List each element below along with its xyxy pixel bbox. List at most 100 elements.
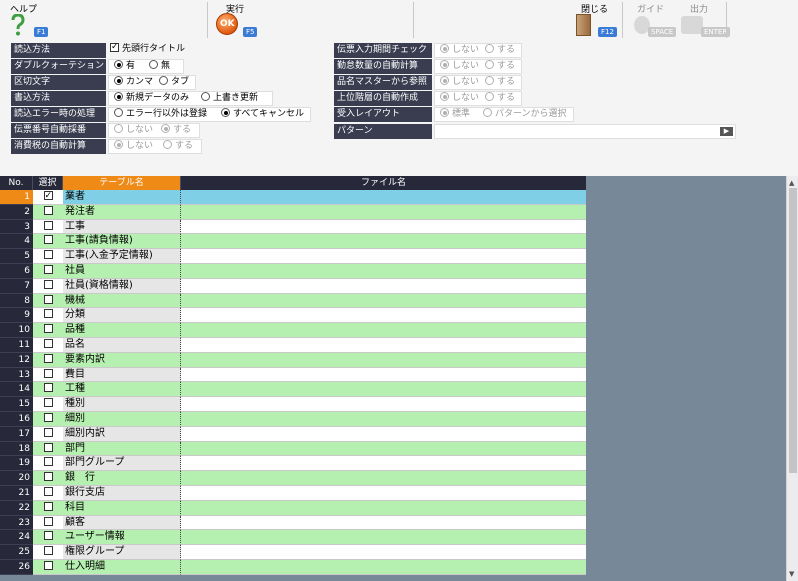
double-quote-yes-radio[interactable]: 有 (114, 60, 135, 73)
receive-layout-standard-radio[interactable]: 標準 (440, 108, 470, 121)
file-name-cell[interactable] (181, 486, 586, 501)
file-name-cell[interactable] (181, 338, 586, 353)
table-row[interactable]: 8 機械 (0, 293, 586, 309)
table-row[interactable]: 7 社員(資格情報) (0, 278, 586, 294)
consumption-tax-no-radio[interactable]: しない (114, 140, 153, 153)
row-select-checkbox[interactable] (43, 265, 53, 274)
row-select-checkbox[interactable] (43, 398, 53, 408)
row-select-cell[interactable] (33, 486, 63, 501)
file-name-cell[interactable] (181, 515, 586, 531)
write-overwrite-radio[interactable]: 上書き更新 (201, 92, 258, 105)
file-name-cell[interactable] (181, 219, 586, 235)
attendance-calc-yes-radio[interactable]: する (485, 60, 515, 73)
row-select-checkbox[interactable] (43, 220, 53, 230)
slip-auto-number-no-radio[interactable]: しない (114, 124, 153, 137)
row-select-checkbox[interactable] (43, 427, 53, 437)
row-select-cell[interactable] (33, 264, 63, 279)
row-select-cell[interactable] (33, 382, 63, 398)
table-row[interactable]: 3 工事 (0, 219, 586, 235)
file-name-cell[interactable] (181, 204, 586, 220)
slip-period-check-yes-radio[interactable]: する (485, 44, 515, 57)
double-quote-no-radio[interactable]: 無 (149, 60, 170, 73)
row-select-checkbox[interactable] (43, 516, 53, 526)
file-name-cell[interactable] (181, 264, 586, 279)
table-row[interactable]: 10 品種 (0, 323, 586, 338)
file-name-cell[interactable] (181, 530, 586, 546)
row-select-cell[interactable] (33, 249, 63, 264)
scroll-up-icon[interactable]: ▲ (789, 179, 794, 187)
row-select-cell[interactable] (33, 323, 63, 338)
table-row[interactable]: 19 部門グループ (0, 456, 586, 472)
attendance-calc-no-radio[interactable]: しない (440, 60, 479, 73)
row-select-cell[interactable] (33, 352, 63, 368)
file-name-cell[interactable] (181, 249, 586, 264)
output-button[interactable]: 出力 ENTER (676, 0, 731, 40)
row-select-cell[interactable] (33, 515, 63, 531)
title-row-checkbox[interactable]: 先頭行タイトル (110, 41, 185, 56)
row-select-cell[interactable] (33, 456, 63, 472)
delimiter-tab-radio[interactable]: タブ (159, 76, 189, 89)
row-select-checkbox[interactable] (43, 353, 53, 363)
row-select-cell[interactable] (33, 308, 63, 324)
guide-button[interactable]: ガイド SPACE (624, 0, 677, 40)
table-row[interactable]: 21 銀行支店 (0, 486, 586, 501)
row-select-checkbox[interactable] (43, 383, 53, 393)
file-name-cell[interactable] (181, 545, 586, 560)
row-select-checkbox[interactable] (43, 472, 53, 482)
row-select-cell[interactable] (33, 234, 63, 250)
table-row[interactable]: 20 銀 行 (0, 471, 586, 486)
table-row[interactable]: 13 費目 (0, 367, 586, 383)
row-select-checkbox[interactable] (43, 413, 53, 422)
row-select-cell[interactable] (33, 530, 63, 546)
scroll-down-icon[interactable]: ▼ (789, 570, 794, 578)
row-select-cell[interactable] (33, 219, 63, 235)
file-name-cell[interactable] (181, 426, 586, 442)
row-select-cell[interactable] (33, 367, 63, 383)
table-row[interactable]: 15 種別 (0, 397, 586, 412)
table-row[interactable]: 14 工種 (0, 382, 586, 398)
table-row[interactable]: 18 部門 (0, 441, 586, 457)
row-select-checkbox[interactable] (43, 279, 53, 289)
vertical-scrollbar[interactable]: ▲ ▼ (786, 176, 798, 581)
row-select-checkbox[interactable] (43, 457, 53, 467)
file-name-cell[interactable] (181, 190, 586, 205)
item-master-ref-yes-radio[interactable]: する (485, 76, 515, 89)
file-name-cell[interactable] (181, 367, 586, 383)
row-select-checkbox[interactable] (43, 546, 53, 556)
row-select-checkbox[interactable] (43, 561, 53, 570)
row-select-cell[interactable] (33, 545, 63, 560)
row-select-cell[interactable] (33, 412, 63, 427)
file-name-cell[interactable] (181, 234, 586, 250)
upper-level-auto-yes-radio[interactable]: する (485, 92, 515, 105)
table-row[interactable]: 6 社員 (0, 264, 586, 279)
scroll-thumb[interactable] (789, 188, 797, 473)
row-select-cell[interactable] (33, 441, 63, 457)
error-cancel-all-radio[interactable]: すべてキャンセル (221, 108, 304, 121)
row-select-cell[interactable] (33, 397, 63, 412)
table-row[interactable]: 1 業者 (0, 190, 586, 205)
table-row[interactable]: 22 科目 (0, 500, 586, 516)
slip-auto-number-yes-radio[interactable]: する (161, 124, 191, 137)
header-file-name[interactable]: ファイル名 (181, 176, 586, 190)
file-name-cell[interactable] (181, 471, 586, 486)
run-button[interactable]: 実行 OK F5 (208, 0, 408, 40)
file-name-cell[interactable] (181, 323, 586, 338)
row-select-checkbox[interactable] (43, 309, 53, 319)
table-row[interactable]: 23 顧客 (0, 515, 586, 531)
row-select-checkbox[interactable] (43, 205, 53, 215)
row-select-checkbox[interactable] (43, 235, 53, 245)
error-register-others-radio[interactable]: エラー行以外は登録 (114, 108, 207, 121)
table-row[interactable]: 26 仕入明細 (0, 560, 586, 575)
table-row[interactable]: 16 細別 (0, 412, 586, 427)
table-row[interactable]: 25 権限グループ (0, 545, 586, 560)
pattern-select-button[interactable]: ▶ (720, 127, 733, 136)
row-select-checkbox[interactable] (43, 442, 53, 452)
row-select-cell[interactable] (33, 560, 63, 575)
file-name-cell[interactable] (181, 441, 586, 457)
row-select-checkbox[interactable] (43, 368, 53, 378)
file-name-cell[interactable] (181, 278, 586, 294)
table-row[interactable]: 4 工事(請負情報) (0, 234, 586, 250)
help-button[interactable]: ヘルプ F1 (0, 0, 205, 40)
row-select-checkbox[interactable] (43, 294, 53, 304)
row-select-cell[interactable] (33, 293, 63, 309)
